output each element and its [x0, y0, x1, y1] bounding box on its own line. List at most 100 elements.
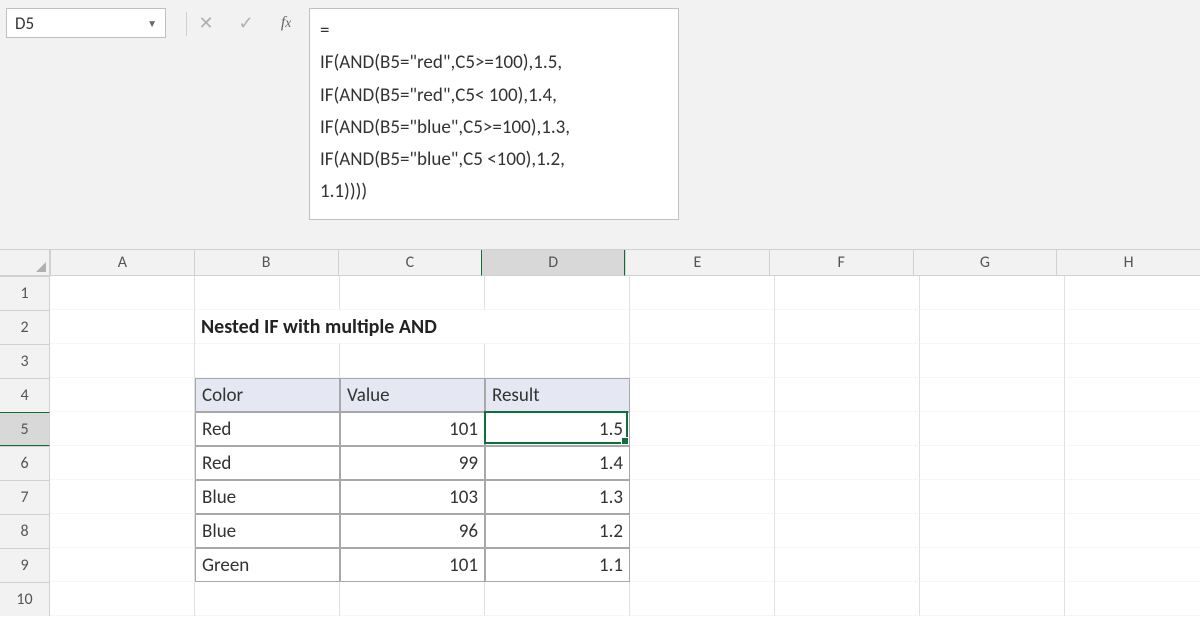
cell-B8[interactable]: Blue — [195, 514, 340, 548]
cell-D8[interactable]: 1.2 — [485, 514, 630, 548]
name-box[interactable]: D5 ▼ — [6, 8, 166, 38]
cell-D2[interactable] — [485, 310, 630, 344]
cell-F6[interactable] — [775, 446, 920, 480]
row-header-6[interactable]: 6 — [0, 446, 50, 480]
cell-B1[interactable] — [195, 276, 340, 310]
cell-D9[interactable]: 1.1 — [485, 548, 630, 582]
cell-G6[interactable] — [920, 446, 1065, 480]
col-header-F[interactable]: F — [769, 250, 913, 276]
cell-E10[interactable] — [630, 582, 775, 616]
cell-A5[interactable] — [50, 412, 195, 446]
cell-E1[interactable] — [630, 276, 775, 310]
formula-bar-input[interactable]: = IF(AND(B5="red",C5>=100),1.5, IF(AND(B… — [309, 8, 679, 220]
col-header-C[interactable]: C — [338, 250, 482, 276]
cancel-icon[interactable]: ✕ — [195, 12, 217, 34]
cell-F8[interactable] — [775, 514, 920, 548]
select-all-corner[interactable] — [0, 250, 50, 276]
cell-G7[interactable] — [920, 480, 1065, 514]
cell-E9[interactable] — [630, 548, 775, 582]
cell-E7[interactable] — [630, 480, 775, 514]
cells-area[interactable]: Nested IF with multiple AND Color Value — [50, 276, 1200, 616]
col-header-H[interactable]: H — [1056, 250, 1200, 276]
name-box-dropdown-icon[interactable]: ▼ — [147, 17, 157, 30]
cell-A8[interactable] — [50, 514, 195, 548]
cell-H10[interactable] — [1065, 582, 1200, 616]
row-header-9[interactable]: 9 — [0, 548, 50, 582]
cell-D3[interactable] — [485, 344, 630, 378]
cell-C2[interactable] — [340, 310, 485, 344]
row-header-7[interactable]: 7 — [0, 480, 50, 514]
cell-A1[interactable] — [50, 276, 195, 310]
cell-G1[interactable] — [920, 276, 1065, 310]
cell-G9[interactable] — [920, 548, 1065, 582]
cell-H2[interactable] — [1065, 310, 1200, 344]
cell-G10[interactable] — [920, 582, 1065, 616]
cell-F4[interactable] — [775, 378, 920, 412]
col-header-D[interactable]: D — [481, 250, 625, 276]
cell-F10[interactable] — [775, 582, 920, 616]
cell-A4[interactable] — [50, 378, 195, 412]
cell-A9[interactable] — [50, 548, 195, 582]
cell-A6[interactable] — [50, 446, 195, 480]
row-header-3[interactable]: 3 — [0, 344, 50, 378]
row-header-1[interactable]: 1 — [0, 276, 50, 310]
cell-F7[interactable] — [775, 480, 920, 514]
cell-B2[interactable]: Nested IF with multiple AND — [195, 310, 340, 344]
cell-F2[interactable] — [775, 310, 920, 344]
row-header-5[interactable]: 5 — [0, 412, 50, 446]
cell-A3[interactable] — [50, 344, 195, 378]
cell-A7[interactable] — [50, 480, 195, 514]
cell-H6[interactable] — [1065, 446, 1200, 480]
cell-E4[interactable] — [630, 378, 775, 412]
cell-E6[interactable] — [630, 446, 775, 480]
cell-D5[interactable]: 1.5 — [485, 412, 630, 446]
row-header-8[interactable]: 8 — [0, 514, 50, 548]
cell-D6[interactable]: 1.4 — [485, 446, 630, 480]
table-header-result[interactable]: Result — [485, 378, 630, 412]
cell-F5[interactable] — [775, 412, 920, 446]
cell-F9[interactable] — [775, 548, 920, 582]
cell-C8[interactable]: 96 — [340, 514, 485, 548]
cell-H4[interactable] — [1065, 378, 1200, 412]
cell-H9[interactable] — [1065, 548, 1200, 582]
cell-H7[interactable] — [1065, 480, 1200, 514]
cell-E8[interactable] — [630, 514, 775, 548]
table-header-value[interactable]: Value — [340, 378, 485, 412]
cell-C1[interactable] — [340, 276, 485, 310]
cell-G5[interactable] — [920, 412, 1065, 446]
col-header-B[interactable]: B — [194, 250, 338, 276]
cell-C6[interactable]: 99 — [340, 446, 485, 480]
cell-B5[interactable]: Red — [195, 412, 340, 446]
cell-G8[interactable] — [920, 514, 1065, 548]
cell-G4[interactable] — [920, 378, 1065, 412]
spreadsheet-grid[interactable]: A B C D E F G H 1 2 3 4 5 6 7 8 9 10 — [0, 250, 1200, 630]
cell-B10[interactable] — [195, 582, 340, 616]
cell-B9[interactable]: Green — [195, 548, 340, 582]
cell-C10[interactable] — [340, 582, 485, 616]
cell-B7[interactable]: Blue — [195, 480, 340, 514]
cell-C7[interactable]: 103 — [340, 480, 485, 514]
cell-E2[interactable] — [630, 310, 775, 344]
cell-C9[interactable]: 101 — [340, 548, 485, 582]
cell-H1[interactable] — [1065, 276, 1200, 310]
cell-E3[interactable] — [630, 344, 775, 378]
cell-G3[interactable] — [920, 344, 1065, 378]
cell-F3[interactable] — [775, 344, 920, 378]
cell-D7[interactable]: 1.3 — [485, 480, 630, 514]
cell-D1[interactable] — [485, 276, 630, 310]
cell-F1[interactable] — [775, 276, 920, 310]
cell-H8[interactable] — [1065, 514, 1200, 548]
row-header-2[interactable]: 2 — [0, 310, 50, 344]
cell-E5[interactable] — [630, 412, 775, 446]
cell-C3[interactable] — [340, 344, 485, 378]
col-header-A[interactable]: A — [50, 250, 194, 276]
cell-B3[interactable] — [195, 344, 340, 378]
col-header-E[interactable]: E — [625, 250, 769, 276]
cell-A2[interactable] — [50, 310, 195, 344]
table-header-color[interactable]: Color — [195, 378, 340, 412]
cell-H3[interactable] — [1065, 344, 1200, 378]
cell-H5[interactable] — [1065, 412, 1200, 446]
col-header-G[interactable]: G — [913, 250, 1057, 276]
cell-C5[interactable]: 101 — [340, 412, 485, 446]
insert-function-icon[interactable]: fx — [275, 12, 297, 34]
